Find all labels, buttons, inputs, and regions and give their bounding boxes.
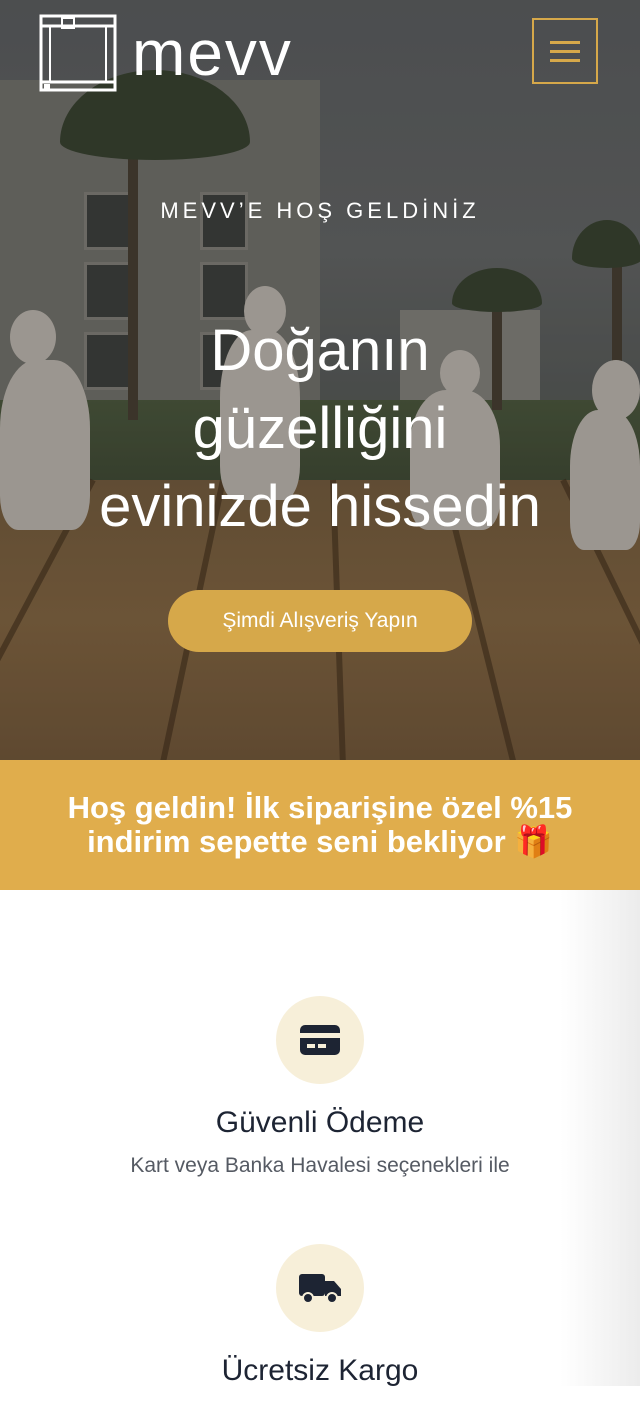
feature-free-shipping: Ücretsiz Kargo [0, 1244, 640, 1402]
hero-eyebrow: MEVV’E HOŞ GELDİNİZ [160, 198, 480, 223]
brand-name[interactable]: mevv [132, 14, 293, 92]
promo-line: indirim sepette seni bekliyor 🎁 [87, 824, 553, 859]
feature-secure-payment: Güvenli Ödeme Kart veya Banka Havalesi s… [0, 996, 640, 1178]
feature-icon-circle [276, 1244, 364, 1332]
feature-icon-circle [276, 996, 364, 1084]
hero-headline-line: evinizde hissedin [99, 474, 541, 539]
hamburger-menu-icon [550, 40, 580, 44]
truck-icon [299, 1274, 341, 1304]
feature-title: Güvenli Ödeme [215, 1106, 425, 1139]
promo-text: Hoş geldin! İlk siparişine özel %15 indi… [20, 791, 620, 859]
hero-headline-line: güzelliğini [192, 396, 448, 461]
hero-headline-line: Doğanın [210, 318, 430, 383]
shop-now-button[interactable]: Şimdi Alışveriş Yapın [168, 590, 472, 652]
promo-banner: Hoş geldin! İlk siparişine özel %15 indi… [0, 760, 640, 890]
hamburger-menu-button[interactable] [532, 18, 598, 84]
feature-description: Kart veya Banka Havalesi seçenekleri ile [130, 1154, 510, 1177]
printer-frame-logo[interactable] [38, 12, 118, 94]
hero-headline: Doğanın güzelliğini evinizde hissedin [20, 312, 620, 546]
feature-title: Ücretsiz Kargo [221, 1354, 419, 1387]
promo-line: Hoş geldin! İlk siparişine özel %15 [67, 790, 573, 825]
credit-card-icon [300, 1025, 340, 1055]
